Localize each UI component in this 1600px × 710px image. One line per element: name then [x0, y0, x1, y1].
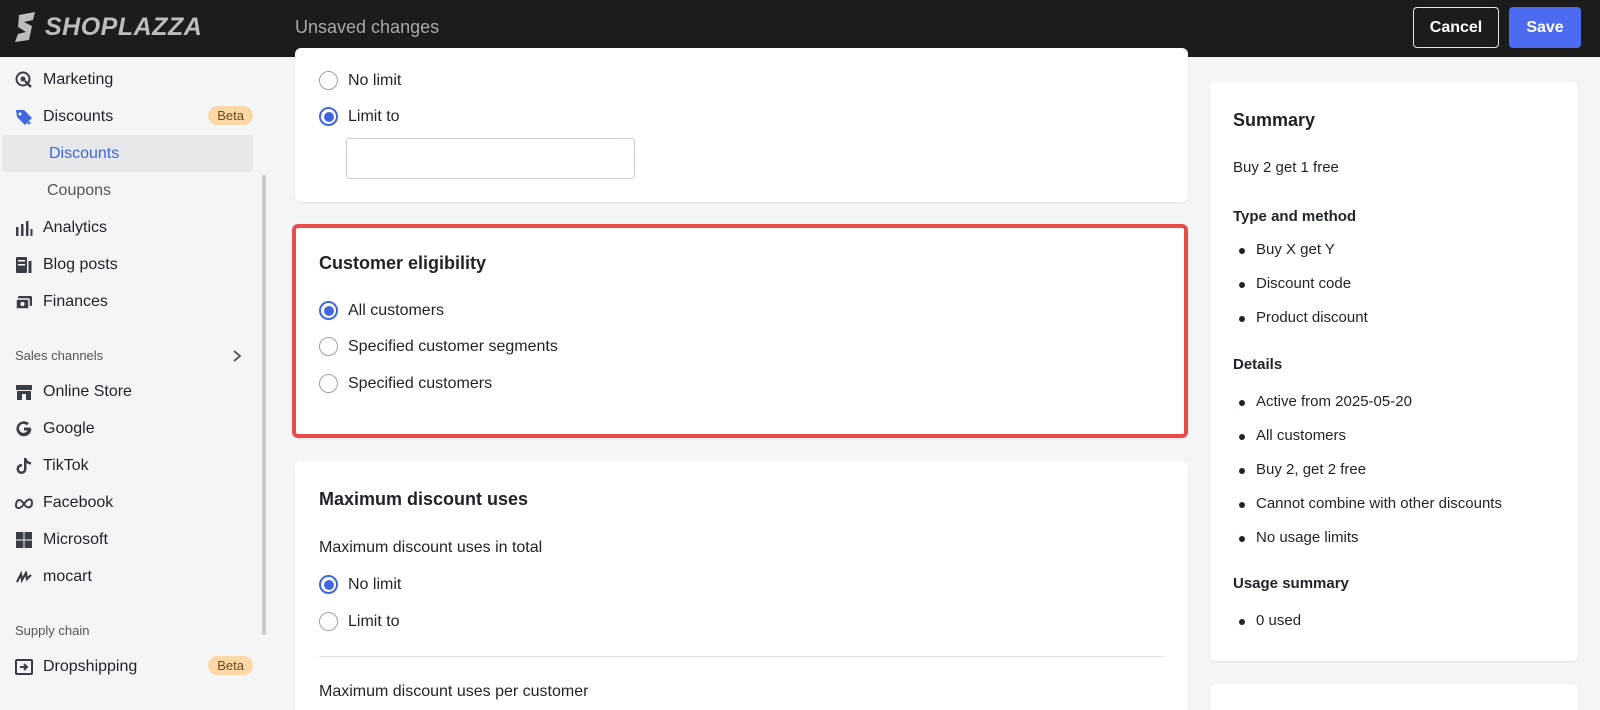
- sidebar-item-label: Discounts: [49, 144, 120, 162]
- sidebar-item-label: Microsoft: [43, 530, 108, 548]
- sidebar-item-label: Analytics: [43, 218, 108, 236]
- radio-label: No limit: [348, 575, 402, 593]
- supply-chain-heading: Supply chain: [15, 623, 90, 638]
- logo-text: SHOPLAZZA: [45, 12, 203, 41]
- summary-list-item: Product discount: [1239, 309, 1368, 326]
- chevron-right-icon[interactable]: [232, 349, 242, 363]
- radio-label: Limit to: [348, 612, 400, 630]
- summary-title: Summary: [1233, 110, 1316, 130]
- sidebar-item-label: Online Store: [43, 382, 132, 400]
- dropshipping-icon: [14, 657, 34, 677]
- discount-name: Buy 2 get 1 free: [1233, 159, 1339, 176]
- sidebar-item-label: Blog posts: [43, 255, 118, 273]
- radio-button-selected[interactable]: [319, 575, 338, 594]
- store-icon: [14, 382, 34, 402]
- details-heading: Details: [1233, 356, 1283, 373]
- save-button[interactable]: Save: [1509, 7, 1581, 48]
- sidebar-scrollbar[interactable]: [262, 175, 266, 635]
- sidebar-item-discounts[interactable]: Discounts Beta: [0, 98, 253, 135]
- sidebar-subitem-discounts[interactable]: Discounts: [2, 135, 253, 172]
- beta-badge: Beta: [208, 656, 253, 675]
- sidebar-item-analytics[interactable]: Analytics: [0, 209, 253, 246]
- finances-icon: [14, 292, 34, 312]
- highlight-box: [292, 224, 1188, 438]
- microsoft-icon: [14, 530, 34, 550]
- sidebar-item-label: TikTok: [43, 456, 89, 474]
- card-title: Maximum discount uses: [319, 489, 529, 509]
- sidebar-item-label: mocart: [43, 567, 92, 585]
- sidebar-item-label: Dropshipping: [43, 657, 138, 675]
- sales-channels-heading: Sales channels: [15, 348, 104, 363]
- sidebar-item-microsoft[interactable]: Microsoft: [0, 521, 253, 558]
- radio-button-selected[interactable]: [319, 107, 338, 126]
- blog-icon: [14, 255, 34, 275]
- usage-summary-heading: Usage summary: [1233, 575, 1349, 592]
- tiktok-icon: [14, 456, 34, 476]
- summary-list-item: No usage limits: [1239, 529, 1359, 546]
- unsaved-changes-label: Unsaved changes: [295, 17, 440, 37]
- sidebar-item-label: Facebook: [43, 493, 114, 511]
- sidebar-item-facebook[interactable]: Facebook: [0, 484, 253, 521]
- summary-card: Summary Buy 2 get 1 free Type and method…: [1210, 82, 1578, 661]
- maximum-discount-uses-card: Maximum discount uses Maximum discount u…: [295, 461, 1188, 710]
- summary-list-item: All customers: [1238, 427, 1347, 444]
- radio-button[interactable]: [319, 71, 338, 90]
- summary-list-item: Cannot combine with other discounts: [1239, 495, 1502, 512]
- sidebar-item-mocart[interactable]: mocart: [0, 558, 253, 595]
- sidebar-item-dropshipping[interactable]: Dropshipping Beta: [0, 648, 253, 685]
- sidebar-item-label: Finances: [43, 292, 108, 310]
- sidebar-item-google[interactable]: Google: [0, 410, 253, 447]
- summary-list-item: Active from 2025-05-20: [1239, 393, 1412, 410]
- google-icon: [14, 419, 34, 439]
- sidebar-item-marketing[interactable]: Marketing: [0, 61, 253, 98]
- discount-tag-icon: [14, 107, 34, 127]
- sidebar: Marketing Discounts Beta Discounts Coupo…: [0, 57, 266, 710]
- sidebar-subitem-coupons[interactable]: Coupons: [0, 172, 253, 209]
- type-and-method-heading: Type and method: [1233, 208, 1357, 225]
- analytics-icon: [14, 218, 34, 238]
- radio-label: No limit: [348, 71, 402, 89]
- summary-list-item: 0 used: [1238, 612, 1302, 629]
- per-customer-uses-label: Maximum discount uses per customer: [319, 683, 589, 700]
- sidebar-item-label: Marketing: [43, 70, 114, 88]
- mocart-icon: [14, 567, 34, 587]
- limit-to-radio-option[interactable]: Limit to: [319, 612, 400, 631]
- secondary-card: [1210, 684, 1578, 710]
- sidebar-item-tiktok[interactable]: TikTok: [0, 447, 253, 484]
- usage-limit-card: No limit Limit to: [295, 48, 1188, 202]
- shoplazza-logo[interactable]: SHOPLAZZA: [15, 12, 202, 42]
- limit-to-radio-option[interactable]: Limit to: [319, 107, 400, 126]
- total-uses-label: Maximum discount uses in total: [319, 539, 543, 556]
- divider: [319, 656, 1165, 657]
- summary-list-item: Discount code: [1238, 275, 1352, 292]
- no-limit-radio-option[interactable]: No limit: [319, 575, 401, 594]
- sidebar-item-label: Discounts: [43, 107, 114, 125]
- radio-button[interactable]: [319, 612, 338, 631]
- sidebar-item-label: Google: [43, 419, 95, 437]
- radio-label: Limit to: [348, 107, 400, 125]
- sidebar-item-blog-posts[interactable]: Blog posts: [0, 246, 253, 283]
- sidebar-item-finances[interactable]: Finances: [0, 283, 253, 320]
- cancel-button[interactable]: Cancel: [1413, 7, 1499, 48]
- marketing-icon: [14, 70, 34, 90]
- shoplazza-logo-icon: [15, 12, 35, 42]
- summary-list-item: Buy 2, get 2 free: [1238, 461, 1367, 478]
- sidebar-item-online-store[interactable]: Online Store: [0, 373, 253, 410]
- beta-badge: Beta: [208, 106, 253, 125]
- meta-icon: [14, 493, 34, 513]
- summary-list-item: Buy X get Y: [1239, 241, 1335, 258]
- no-limit-radio-option[interactable]: No limit: [319, 71, 401, 90]
- limit-to-input[interactable]: [346, 138, 635, 179]
- sidebar-item-label: Coupons: [47, 181, 112, 199]
